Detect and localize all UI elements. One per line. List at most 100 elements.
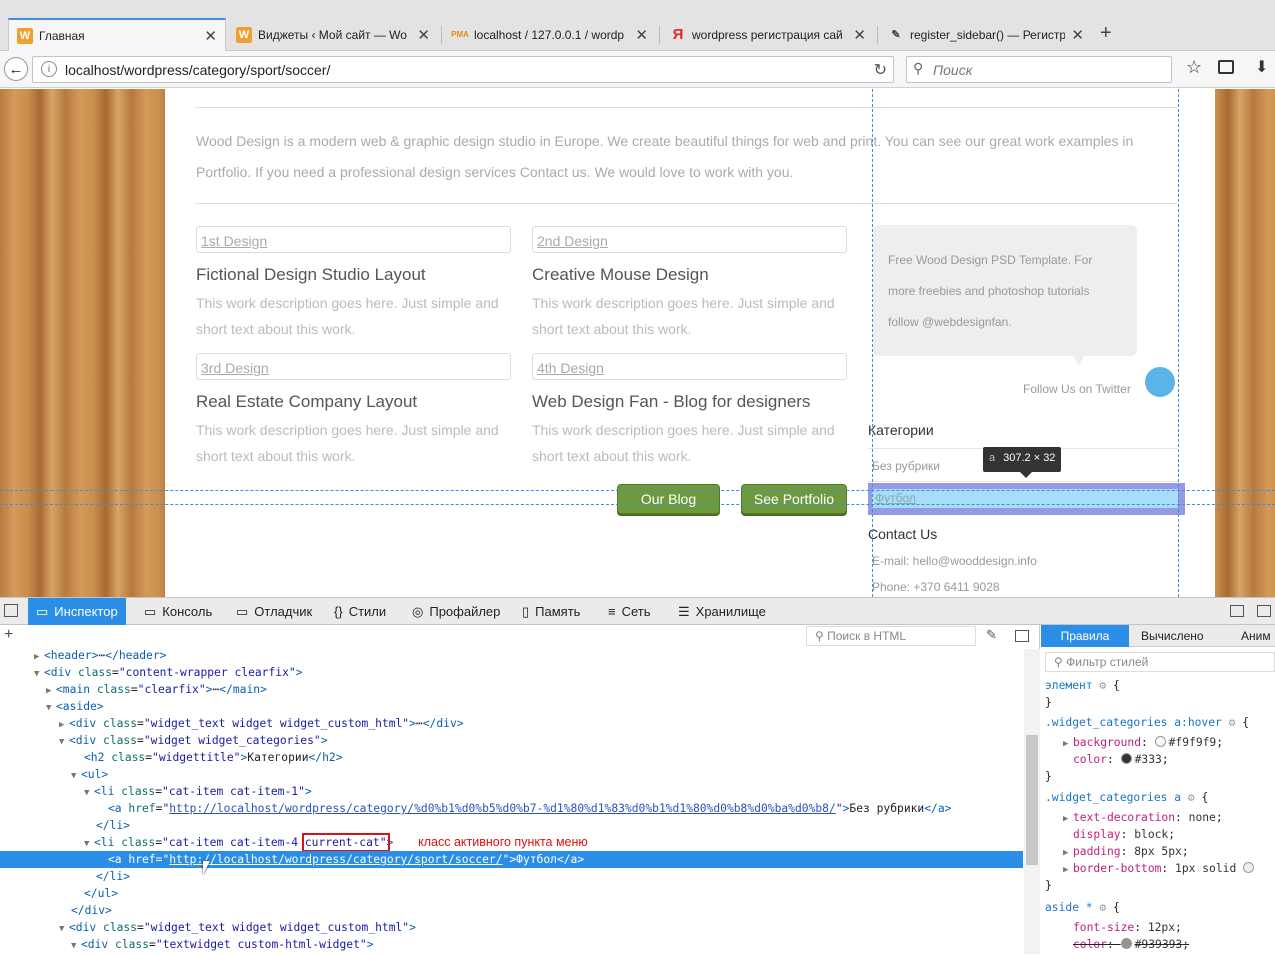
intro-text: Portfolio. If you need a professional de… [196,164,794,180]
dom-node[interactable]: ▼ <div class="widget_text widget widget_c… [0,919,1023,936]
tab-storage[interactable]: ☰ Хранилище [670,598,774,625]
dom-node[interactable]: ▶ <main class="clearfix">⋯</main> [0,681,1023,698]
filter-styles-input[interactable]: ⚲ Фильтр стилей [1045,652,1275,672]
tab-animations[interactable]: Аним [1241,629,1271,643]
tab-widgets[interactable]: W Виджеты ‹ Мой сайт — Wo ✕ [228,18,438,51]
search-field[interactable]: ⚲ Поиск [906,56,1172,83]
close-icon[interactable]: ✕ [204,27,217,45]
design-description: This work description goes here. Just si… [196,295,499,337]
tab-register-sidebar[interactable]: ✎ register_sidebar() — Регистр ✕ [880,18,1092,51]
add-node-icon[interactable]: + [4,626,13,644]
download-icon[interactable]: ⬇ [1255,57,1268,77]
css-declaration[interactable]: font-size: 12px; [1073,919,1182,936]
mouse-cursor-icon [203,861,217,875]
dom-node[interactable]: ▶ <div class="widget_text widget widget_c… [0,715,1023,732]
close-icon[interactable]: ✕ [1071,26,1084,44]
screenshot-node-icon[interactable] [1015,630,1029,642]
info-icon[interactable]: i [41,61,57,77]
dom-node[interactable]: </li> [0,868,1023,885]
dom-node[interactable]: ▼ <div class="textwidget custom-html-widg… [0,936,1023,953]
dom-node[interactable]: </li> [0,817,1023,834]
split-console-icon[interactable] [1257,605,1271,617]
storage-icon: ☰ [678,603,690,619]
close-icon[interactable]: ✕ [417,26,430,44]
tweet-bubble: Free Wood Design PSD Template. For more … [873,225,1137,356]
tab-console[interactable]: ▭ Консоль [136,598,220,625]
dom-node[interactable]: </ul> [0,885,1023,902]
dom-node[interactable]: <a href="http://localhost/wordpress/cate… [0,800,1023,817]
follow-twitter-link[interactable]: Follow Us on Twitter [1023,382,1131,396]
css-declaration[interactable]: ▶ border-bottom: 1px solid [1063,860,1257,879]
back-icon[interactable]: ← [4,57,28,81]
search-icon: ⚲ [815,629,828,643]
reload-icon[interactable]: ↻ [874,60,887,80]
tab-memory[interactable]: ▯ Память [514,598,588,625]
address-bar[interactable]: i localhost/wordpress/category/sport/soc… [32,56,894,83]
dom-node[interactable]: ▶ <header>⋯</header> [0,647,1023,664]
tab-profiler[interactable]: ◎ Профайлер [404,598,508,625]
dom-node[interactable]: ▼ <div class="widget widget_categories"> [0,732,1023,749]
tab-rules[interactable]: Правила [1041,625,1129,647]
category-link[interactable]: Без рубрики [872,459,940,473]
our-blog-button[interactable]: Our Blog [617,484,720,514]
dock-icon[interactable] [1230,605,1244,617]
tab-phpmyadmin[interactable]: PMA localhost / 127.0.0.1 / wordp ✕ [444,18,656,51]
tab-computed[interactable]: Вычислено [1141,629,1204,643]
design-link[interactable]: 3rd Design [196,353,511,380]
css-declaration[interactable]: color: #939393; [1073,936,1189,953]
dom-node[interactable]: ▼ <div class="content-wrapper clearfix"> [0,664,1023,681]
tab-yandex[interactable]: Я wordpress регистрация сай ✕ [662,18,874,51]
profiler-icon: ◎ [412,603,424,619]
design-title: Creative Mouse Design [532,265,709,284]
html-search-input[interactable]: ⚲ Поиск в HTML [806,626,976,646]
rule-selector[interactable]: .widget_categories a:hover ⚙ { [1045,714,1249,731]
category-link-active[interactable]: Футбол [872,489,1178,508]
twitter-bird-icon[interactable] [1145,367,1175,397]
design-description: This work description goes here. Just si… [196,422,499,464]
contact-phone: Phone: +370 6411 9028 [872,580,1000,594]
css-declaration[interactable]: display: block; [1073,826,1175,843]
scrollbar[interactable] [1024,649,1040,954]
design-link[interactable]: 2nd Design [532,226,847,253]
pick-element-icon[interactable] [4,604,18,617]
new-tab-icon[interactable]: + [1100,22,1112,45]
design-title: Real Estate Company Layout [196,392,418,411]
page-viewport: Wood Design is a modern web & graphic de… [0,89,1275,597]
eyedropper-icon[interactable]: ✎ [986,627,997,643]
close-icon[interactable]: ✕ [635,26,648,44]
categories-title: Категории [868,422,934,438]
tab-inspector[interactable]: ▭ Инспектор [28,598,126,625]
dom-node[interactable]: ▼ <li class="cat-item cat-item-1"> [0,783,1023,800]
tab-title: Главная [39,29,85,43]
phpmyadmin-favicon-icon: PMA [451,30,469,39]
reading-list-icon[interactable] [1218,60,1234,74]
tab-home[interactable]: W Главная ✕ [8,18,226,52]
close-icon[interactable]: ✕ [853,26,866,44]
dom-node[interactable]: ▼ <ul> [0,766,1023,783]
tab-debugger[interactable]: ▭ Отладчик [228,598,320,625]
tab-title: register_sidebar() — Регистр [910,27,1066,42]
console-icon: ▭ [144,603,157,619]
design-description: This work description goes here. Just si… [532,295,835,337]
rule-selector[interactable]: aside * ⚙ { [1045,899,1120,916]
tab-title: wordpress регистрация сай [692,27,843,42]
css-declaration[interactable]: color: #333; [1073,751,1169,768]
html-tree-pane: + ⚲ Поиск в HTML ✎ ▶ <header>⋯</header> ▼… [0,625,1040,954]
dom-node-selected[interactable]: <a href="http://localhost/wordpress/cate… [0,851,1023,868]
rule-selector[interactable]: .widget_categories a ⚙ { [1045,789,1208,806]
dom-node[interactable]: <h2 class="widgettitle">Категории</h2> [0,749,1023,766]
bookmark-star-icon[interactable]: ☆ [1186,57,1202,78]
rule-element[interactable]: элемент ⚙ { [1045,677,1120,694]
dom-node[interactable]: ▼ <li class="cat-item cat-item-4 current-… [0,833,1023,852]
tab-styles[interactable]: {} Стили [326,598,394,625]
network-icon: ≡ [608,604,616,619]
design-link[interactable]: 1st Design [196,226,511,253]
codex-favicon-icon: ✎ [891,29,901,41]
inspector-icon: ▭ [36,603,49,619]
see-portfolio-button[interactable]: See Portfolio [741,484,847,514]
devtools-toolbar: ▭ Инспектор ▭ Консоль ▭ Отладчик {} Стили ◎ П… [0,597,1275,625]
design-link[interactable]: 4th Design [532,353,847,380]
dom-node[interactable]: ▼ <aside> [0,698,1023,715]
tab-network[interactable]: ≡ Сеть [600,598,659,625]
dom-node[interactable]: </div> [0,902,1023,919]
